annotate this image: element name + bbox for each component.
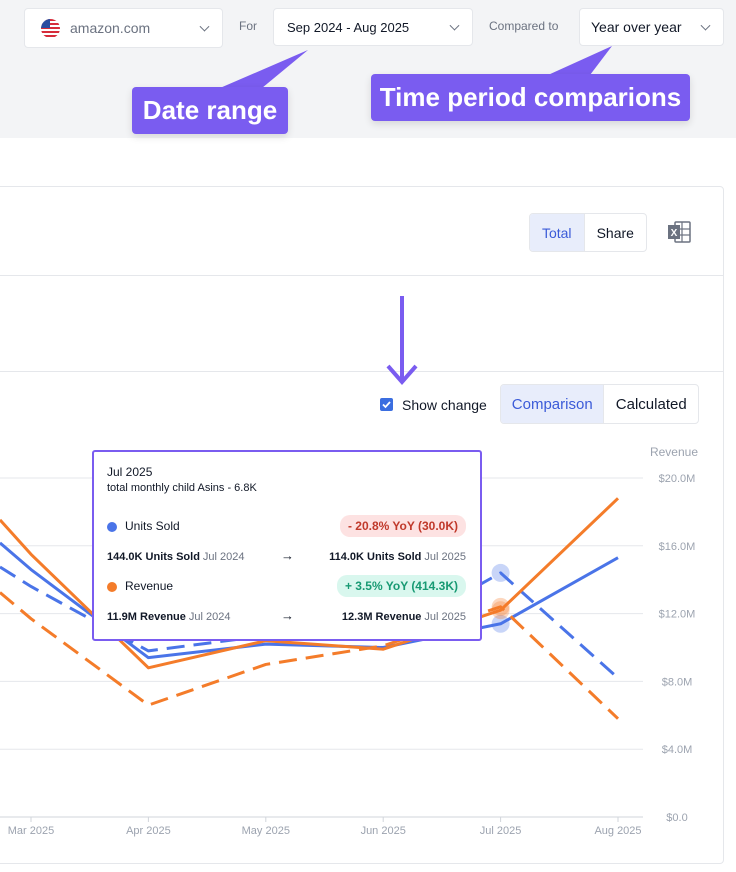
y-tick-label: $8.0M: [662, 676, 693, 688]
x-tick-label: Mar 2025: [8, 825, 54, 837]
revenue-dot: [107, 581, 117, 592]
x-tick-label: Jun 2025: [361, 825, 406, 837]
revenue-label: Revenue: [125, 579, 174, 593]
units-curr-value: 114.0K Units Sold: [329, 550, 422, 563]
date-range-callout: Date range: [132, 87, 288, 134]
show-change-arrow: [386, 296, 418, 386]
total-share-toggle: Total Share: [529, 213, 647, 252]
units-change-badge: - 20.8% YoY (30.0K): [339, 515, 466, 537]
revenue-change-badge: + 3.5% YoY (414.3K): [336, 575, 466, 597]
x-tick-label: Jul 2025: [480, 825, 522, 837]
revenue_previous-hover-marker: [491, 597, 510, 616]
tooltip-revenue-values: 11.9M Revenue Jul 2024 → 12.3M Revenue Jul…: [107, 608, 466, 623]
arrow-right-icon: →: [281, 548, 294, 563]
excel-icon[interactable]: X: [667, 221, 691, 243]
arrow-right-icon: →: [281, 608, 294, 623]
share-tab[interactable]: Share: [585, 214, 646, 251]
revenue-prev-period: Jul 2024: [188, 610, 231, 623]
comparison-mode-toggle: Comparison Calculated: [500, 384, 699, 424]
x-tick-label: Aug 2025: [594, 825, 641, 837]
show-change-label: Show change: [402, 397, 487, 413]
x-tick-label: May 2025: [242, 825, 290, 837]
tooltip-subtitle: total monthly child Asins - 6.8K: [107, 482, 257, 494]
comparison-tab[interactable]: Comparison: [501, 385, 605, 423]
divider: [0, 275, 723, 276]
y-tick-label: $20.0M: [659, 473, 696, 485]
y-tick-label: $4.0M: [662, 744, 693, 756]
time-callout-pointer: [548, 46, 612, 75]
divider: [0, 371, 723, 372]
tooltip-units-values: 144.0K Units Sold Jul 2024 → 114.0K Units…: [107, 548, 466, 563]
units-label: Units Sold: [125, 519, 180, 533]
tooltip-revenue-header: Revenue + 3.5% YoY (414.3K): [107, 575, 466, 597]
y-tick-label: $12.0M: [659, 609, 696, 621]
tooltip-units-header: Units Sold - 20.8% YoY (30.0K): [107, 515, 466, 537]
svg-text:X: X: [671, 228, 678, 239]
revenue-curr-period: Jul 2025: [424, 610, 466, 623]
chart-tooltip: Jul 2025 total monthly child Asins - 6.8…: [92, 450, 482, 641]
x-tick-label: Apr 2025: [126, 825, 171, 837]
revenue-curr-value: 12.3M Revenue: [341, 610, 422, 623]
units-curr-period: Jul 2025: [424, 550, 466, 563]
revenue-prev-value: 11.9M Revenue: [107, 610, 186, 623]
calculated-tab[interactable]: Calculated: [604, 385, 698, 423]
show-change-checkbox[interactable]: [380, 398, 393, 411]
time-period-callout: Time period comparions: [371, 74, 690, 121]
units-dot: [107, 521, 117, 532]
y-tick-label: $0.0: [666, 812, 687, 824]
units-prev-period: Jul 2024: [202, 550, 245, 563]
total-tab[interactable]: Total: [530, 214, 585, 251]
y-tick-label: $16.0M: [659, 541, 696, 553]
units-prev-value: 144.0K Units Sold: [107, 550, 200, 563]
tooltip-title: Jul 2025: [107, 465, 153, 479]
checkmark-icon: [382, 401, 391, 409]
y-axis-label: Revenue: [650, 445, 698, 459]
date-callout-pointer: [220, 50, 308, 88]
units_previous-hover-marker: [491, 563, 510, 582]
